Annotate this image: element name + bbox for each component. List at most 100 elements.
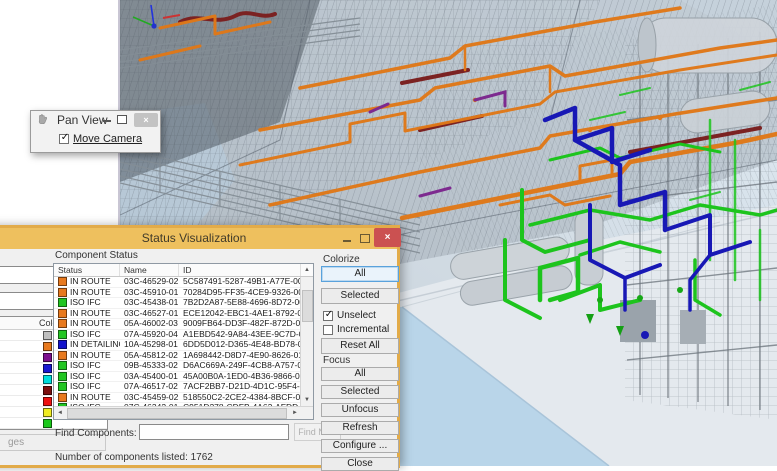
colorize-selected-button[interactable]: Selected (321, 288, 399, 304)
status-cell: IN ROUTE (54, 319, 120, 329)
scroll-down-icon[interactable]: ▼ (301, 394, 313, 406)
focus-all-button[interactable]: All (321, 367, 399, 381)
legend-color-swatch (43, 331, 52, 340)
scrollbar-thumb[interactable] (67, 408, 287, 419)
name-cell: 10A-45298-01 (120, 340, 179, 350)
table-row[interactable]: IN ROUTE03C-45459-02518550C2-2CE2-4384-8… (54, 393, 300, 404)
id-cell: 70284D95-FF35-4CE9-9326-000A6F8F82 (179, 288, 300, 298)
legend-color-swatch (43, 386, 52, 395)
component-count-status: Number of components listed: 1762 (55, 452, 213, 463)
find-components-input[interactable] (139, 424, 289, 440)
table-row[interactable]: IN ROUTE05A-46002-039009FB64-DD3F-482F-8… (54, 319, 300, 330)
minimize-icon[interactable] (103, 120, 111, 122)
table-row[interactable]: IN ROUTE03C-45910-0170284D95-FF35-4CE9-9… (54, 288, 300, 299)
status-visualization-dialog: Status Visualization × ▾ ▾ Color ges Com… (0, 225, 400, 468)
status-cell: ISO IFC (54, 298, 120, 308)
move-camera-checkbox[interactable] (59, 134, 69, 144)
colorize-all-button[interactable]: All (321, 266, 399, 282)
name-cell: 03A-45400-01 (120, 372, 179, 382)
close-icon[interactable]: × (134, 113, 158, 127)
horizontal-scrollbar[interactable]: ◄ ► (54, 406, 313, 419)
column-header-status[interactable]: Status (54, 264, 120, 276)
table-row[interactable]: ISO IFC07A-45920-04A1EBD542-9A84-43EE-9C… (54, 330, 300, 341)
legend-color-swatch (43, 419, 52, 428)
status-color-swatch (58, 372, 67, 381)
focus-label: Focus (323, 355, 350, 366)
focus-selected-button[interactable]: Selected (321, 385, 399, 399)
status-color-swatch (58, 319, 67, 328)
unselect-label: Unselect (337, 310, 376, 321)
status-cell: IN ROUTE (54, 309, 120, 319)
legend-color-swatch (43, 397, 52, 406)
pan-view-dialog: Pan View × Move Camera (30, 110, 161, 153)
id-cell: A1EBD542-9A84-43EE-9C7D-013BDF4F4 (179, 330, 300, 340)
id-cell: 7B2D2A87-5E88-4696-8D72-002C522615 (179, 298, 300, 308)
name-cell: 05A-45812-02 (120, 351, 179, 361)
status-color-swatch (58, 288, 67, 297)
status-cell: IN ROUTE (54, 393, 120, 403)
maximize-icon[interactable] (360, 234, 370, 243)
legend-color-swatch (43, 364, 52, 373)
maximize-icon[interactable] (117, 115, 127, 124)
vertical-scrollbar[interactable]: ▼ (300, 277, 313, 406)
status-color-swatch (58, 393, 67, 402)
scroll-up-icon[interactable]: ▲ (301, 264, 313, 276)
legend-color-swatch (43, 430, 52, 431)
status-dialog-title: Status Visualization (0, 231, 397, 245)
unfocus-button[interactable]: Unfocus (321, 403, 399, 417)
scroll-up-icon[interactable] (301, 277, 313, 289)
table-row[interactable]: ISO IFC09B-45333-02D6AC669A-249F-4CB8-A7… (54, 361, 300, 372)
scroll-left-icon[interactable]: ◄ (54, 407, 66, 419)
column-header-id[interactable]: ID (179, 264, 301, 276)
scrollbar-thumb[interactable] (302, 290, 313, 322)
pan-hand-icon (36, 113, 47, 129)
id-cell: 9009FB64-DD3F-482F-872D-0121BC6960 (179, 319, 300, 329)
colorize-label: Colorize (323, 254, 360, 265)
configure-button[interactable]: Configure ... (321, 439, 399, 453)
minimize-icon[interactable] (343, 240, 351, 242)
status-dialog-titlebar[interactable]: Status Visualization × (0, 228, 397, 249)
status-cell: ISO IFC (54, 330, 120, 340)
id-cell: 7ACF2BB7-D21D-4D1C-95F4-0261BBCD0 (179, 382, 300, 392)
incremental-label: Incremental (337, 324, 389, 335)
name-cell: 05A-46002-03 (120, 319, 179, 329)
status-color-swatch (58, 340, 67, 349)
pan-view-titlebar[interactable]: Pan View × (31, 111, 160, 128)
find-components-label: Find Components: (55, 428, 137, 439)
component-rows: IN ROUTE03C-46529-025C587491-5287-49B1-A… (54, 277, 300, 406)
component-status-table: Status Name ID ▲ IN ROUTE03C-46529-025C5… (53, 263, 314, 420)
id-cell: D6AC669A-249F-4CB8-A757-01E47ED36 (179, 361, 300, 371)
id-cell: 518550C2-2CE2-4384-8BCF-026E983286 (179, 393, 300, 403)
id-cell: 5C587491-5287-49B1-A77E-0001095FDE (179, 277, 300, 287)
status-color-swatch (58, 382, 67, 391)
status-color-swatch (58, 351, 67, 360)
unselect-checkbox[interactable] (323, 311, 333, 321)
status-color-swatch (58, 309, 67, 318)
table-row[interactable]: IN ROUTE05A-45812-021A698442-D8D7-4E90-8… (54, 351, 300, 362)
reset-all-button[interactable]: Reset All (321, 338, 399, 354)
table-row[interactable]: IN DETAILING10A-45298-016DD5D012-D365-4E… (54, 340, 300, 351)
table-row[interactable]: ISO IFC03C-45438-017B2D2A87-5E88-4696-8D… (54, 298, 300, 309)
status-cell: IN ROUTE (54, 288, 120, 298)
refresh-button[interactable]: Refresh (321, 421, 399, 435)
name-cell: 03C-45910-01 (120, 288, 179, 298)
name-cell: 07A-46517-02 (120, 382, 179, 392)
table-row[interactable]: ISO IFC07A-46517-027ACF2BB7-D21D-4D1C-95… (54, 382, 300, 393)
incremental-checkbox[interactable] (323, 325, 333, 335)
column-header-name[interactable]: Name (120, 264, 179, 276)
status-color-swatch (58, 330, 67, 339)
close-icon[interactable]: × (374, 228, 401, 247)
status-cell: IN ROUTE (54, 351, 120, 361)
component-status-label: Component Status (55, 250, 138, 261)
legend-color-swatch (43, 375, 52, 384)
close-button[interactable]: Close (321, 457, 399, 471)
table-row[interactable]: IN ROUTE03C-46527-01ECE12042-EBC1-4AE1-8… (54, 309, 300, 320)
legend-color-swatch (43, 353, 52, 362)
table-row[interactable]: ISO IFC03A-45400-0145A00B0A-1ED0-4B36-98… (54, 372, 300, 383)
status-cell: ISO IFC (54, 361, 120, 371)
status-cell: IN ROUTE (54, 277, 120, 287)
status-color-swatch (58, 361, 67, 370)
name-cell: 03C-46527-01 (120, 309, 179, 319)
table-row[interactable]: IN ROUTE03C-46529-025C587491-5287-49B1-A… (54, 277, 300, 288)
scroll-right-icon[interactable]: ► (289, 407, 301, 419)
